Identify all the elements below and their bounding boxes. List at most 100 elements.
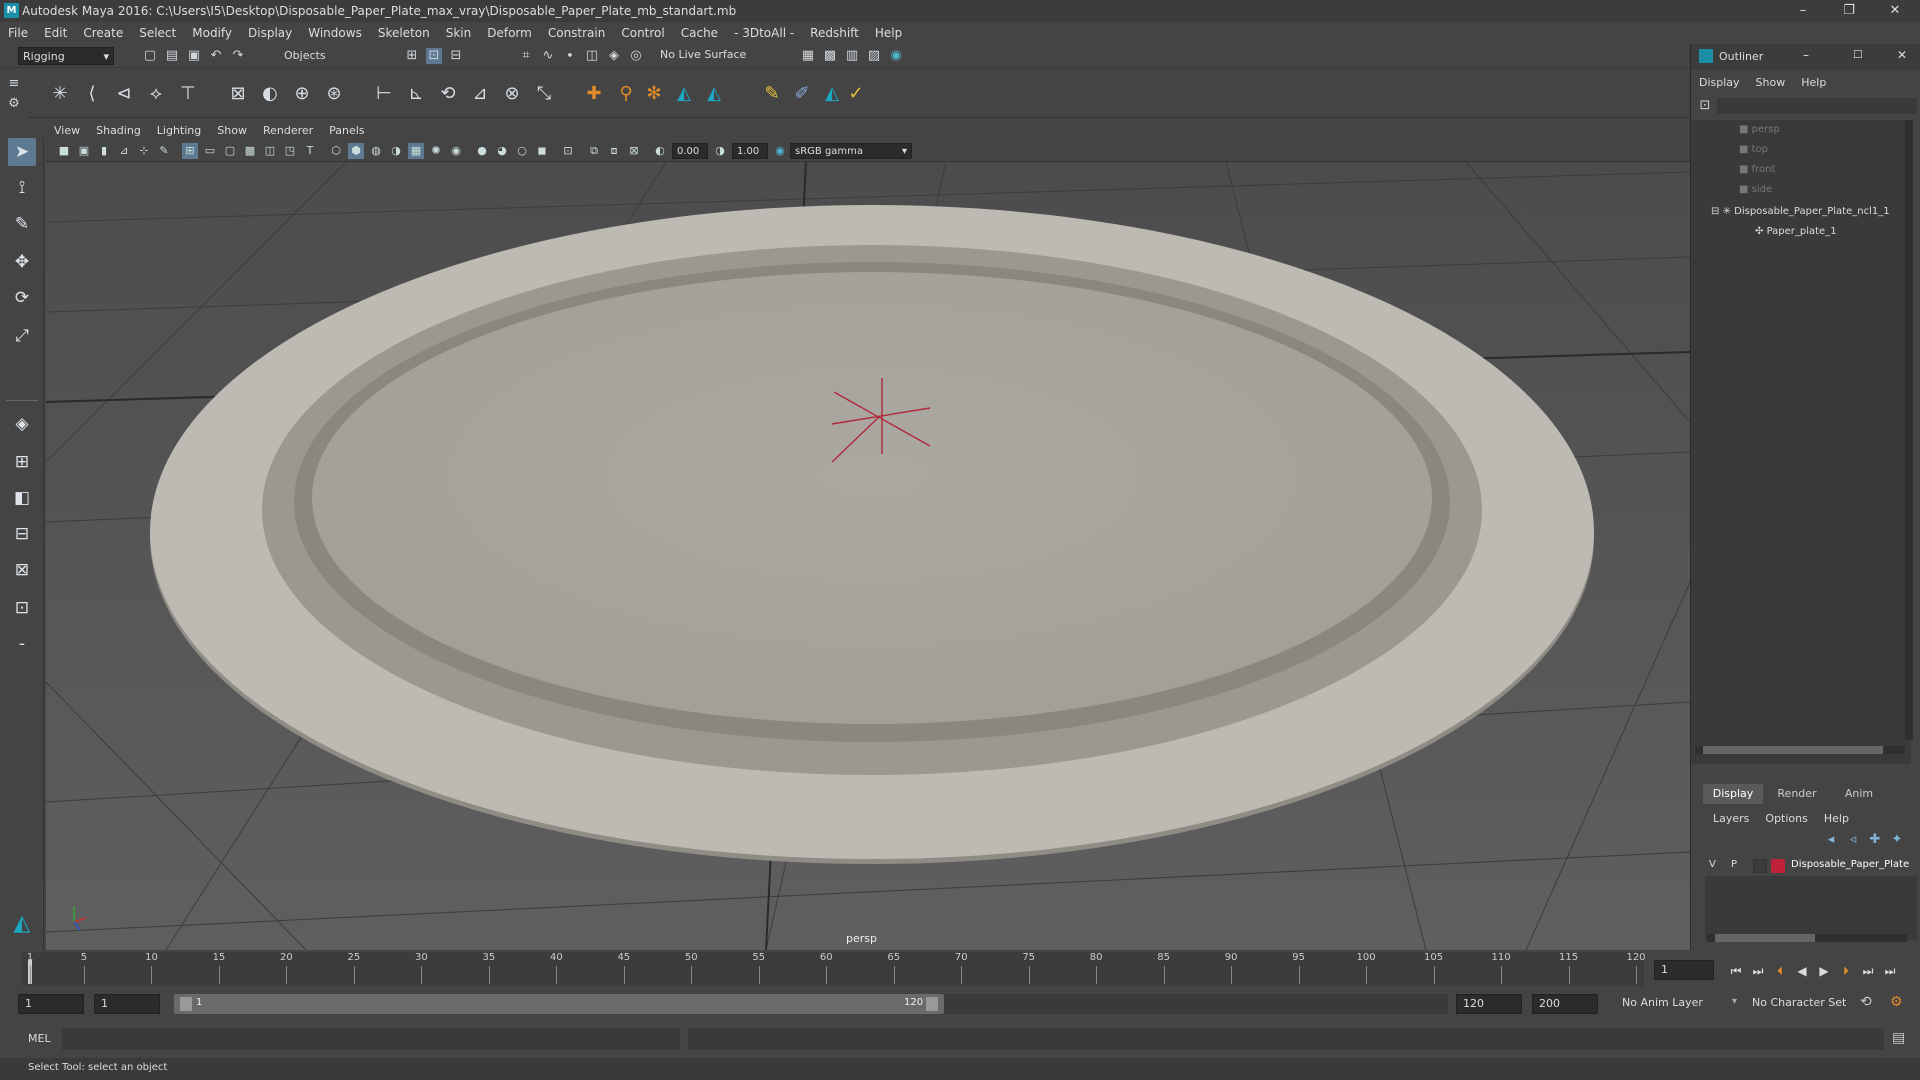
ik-spline-icon[interactable]: ⊲	[112, 82, 136, 106]
anim-prefs-icon[interactable]: ⚙	[1890, 994, 1903, 1010]
menu-help[interactable]: Help	[875, 26, 902, 40]
time-slider[interactable]: 1 5 10 15 20 25 30 35 40 45 50 55 60 65 70 75 80 85 90 95 10…	[0, 950, 1920, 988]
wireframe-icon[interactable]: ⬡	[328, 143, 344, 159]
step-forward-key-icon[interactable]: ⏭	[1858, 962, 1878, 980]
select-object-icon[interactable]: ⊡	[426, 48, 442, 64]
gate-mask-icon[interactable]: ▩	[242, 143, 258, 159]
panel-menu-lighting[interactable]: Lighting	[157, 124, 201, 137]
camera-lock-icon[interactable]: ▣	[76, 143, 92, 159]
scroll-thumb[interactable]	[1703, 746, 1883, 754]
grid-icon[interactable]: ⊞	[182, 143, 198, 159]
menu-display[interactable]: Display	[248, 26, 292, 40]
outliner-close-icon[interactable]: ✕	[1897, 48, 1907, 62]
outliner-item-front[interactable]: ■ front	[1739, 164, 1775, 175]
outliner-horizontal-scrollbar[interactable]	[1695, 746, 1905, 754]
restore-icon[interactable]: ❐	[1826, 0, 1872, 22]
layer-playback-toggle[interactable]: P	[1731, 859, 1737, 870]
rotate-tool-icon[interactable]: ⟳	[8, 284, 36, 312]
bookmark-icon[interactable]: ▮	[96, 143, 112, 159]
single-view-icon[interactable]: ◈	[8, 410, 36, 438]
range-start-handle[interactable]	[180, 997, 192, 1011]
outliner-minimize-icon[interactable]: –	[1803, 48, 1809, 62]
selection-mask-dropdown[interactable]: Objects	[284, 47, 380, 65]
new-layer-selected-icon[interactable]: ✦	[1889, 832, 1905, 848]
menu-constrain[interactable]: Constrain	[548, 26, 606, 40]
step-back-key-icon[interactable]: ⏭	[1748, 962, 1768, 980]
render-settings-icon[interactable]: ▨	[866, 48, 882, 64]
gamma-field[interactable]: 1.00	[732, 143, 768, 159]
menu-cache[interactable]: Cache	[681, 26, 718, 40]
tab-display[interactable]: Display	[1703, 784, 1763, 804]
select-hierarchy-icon[interactable]: ⊞	[404, 48, 420, 64]
outliner-item-group[interactable]: ⊟ ✳ Disposable_Paper_Plate_ncl1_1	[1711, 206, 1911, 217]
menu-edit[interactable]: Edit	[44, 26, 67, 40]
pole-vector-icon[interactable]: ⤡	[532, 82, 556, 106]
render-view-icon[interactable]: ▦	[800, 48, 816, 64]
tab-anim[interactable]: Anim	[1829, 784, 1889, 804]
panel-menu-show[interactable]: Show	[217, 124, 247, 137]
play-backward-icon[interactable]: ◀	[1792, 962, 1812, 980]
outliner-filter-icon[interactable]: ⊡	[1697, 98, 1713, 114]
color-space-dropdown[interactable]: sRGB gamma ▾	[790, 143, 912, 159]
layer-menu-options[interactable]: Options	[1765, 812, 1807, 825]
minimize-icon[interactable]: –	[1780, 0, 1826, 22]
ao-icon[interactable]: ●	[474, 143, 490, 159]
snap-view-icon[interactable]: ◫	[584, 48, 600, 64]
play-forward-icon[interactable]: ▶	[1814, 962, 1834, 980]
select-component-icon[interactable]: ⊟	[448, 48, 464, 64]
safe-title-icon[interactable]: T	[302, 143, 318, 159]
panel-menu-panels[interactable]: Panels	[329, 124, 364, 137]
cluster-icon[interactable]: ⊛	[322, 82, 346, 106]
panel-menu-renderer[interactable]: Renderer	[263, 124, 313, 137]
layer-horizontal-scrollbar[interactable]	[1707, 934, 1907, 942]
default-material-icon[interactable]: ◍	[368, 143, 384, 159]
character-set-dropdown[interactable]: No Character Set	[1752, 996, 1846, 1009]
go-to-end-icon[interactable]: ⏭	[1880, 962, 1900, 980]
color-management-icon[interactable]: ◉	[772, 143, 788, 159]
orient-constraint-icon[interactable]: ⟲	[436, 82, 460, 106]
live-surface-label[interactable]: No Live Surface	[660, 48, 746, 61]
film-gate-icon[interactable]: ▭	[202, 143, 218, 159]
joint-tool-icon[interactable]: ✳	[48, 82, 72, 106]
playback-start-field[interactable]: 1	[94, 994, 160, 1014]
outliner-search-input[interactable]	[1717, 98, 1917, 114]
move-layer-up-icon[interactable]: ◂	[1823, 832, 1839, 848]
step-back-frame-icon[interactable]: ⏴	[1770, 962, 1790, 980]
menu-skin[interactable]: Skin	[446, 26, 472, 40]
wireframe-on-shaded-icon[interactable]: ◑	[388, 143, 404, 159]
auto-key-icon[interactable]: ⟲	[1860, 994, 1872, 1010]
panel-menu-shading[interactable]: Shading	[96, 124, 141, 137]
layer-row[interactable]: V P Disposable_Paper_Plate	[1705, 856, 1917, 876]
menu-skeleton[interactable]: Skeleton	[378, 26, 430, 40]
paint-select-icon[interactable]: ✎	[8, 210, 36, 238]
textured-icon[interactable]: ▦	[408, 143, 424, 159]
range-end-handle[interactable]	[926, 997, 938, 1011]
exposure-field[interactable]: 0.00	[672, 143, 708, 159]
command-input[interactable]	[62, 1028, 680, 1050]
move-tool-icon[interactable]: ✥	[8, 248, 36, 276]
maya-m-icon[interactable]: ◭	[672, 82, 696, 106]
outliner-menu-display[interactable]: Display	[1699, 76, 1740, 89]
scene-end-field[interactable]: 200	[1532, 994, 1598, 1014]
shelf-menu-icon[interactable]: ≡	[6, 76, 22, 92]
maya-m2-icon[interactable]: ◭	[702, 82, 726, 106]
menu-3dtoall[interactable]: - 3DtoAll -	[734, 26, 794, 40]
menu-file[interactable]: File	[8, 26, 28, 40]
scroll-thumb[interactable]	[1715, 934, 1815, 942]
render-frame-icon[interactable]: ▩	[822, 48, 838, 64]
outliner-item-mesh[interactable]: ✣ Paper_plate_1	[1755, 226, 1837, 237]
graph-layout-icon[interactable]: ⊠	[8, 556, 36, 584]
collapse-icon[interactable]: ⊟	[1711, 206, 1723, 217]
hik-character-icon[interactable]: ✻	[642, 82, 666, 106]
playback-end-field[interactable]: 120	[1456, 994, 1522, 1014]
snap-curve-icon[interactable]: ∿	[540, 48, 556, 64]
ipr-render-icon[interactable]: ▥	[844, 48, 860, 64]
undo-icon[interactable]: ↶	[208, 48, 224, 64]
scene-start-field[interactable]: 1	[18, 994, 84, 1014]
locator-icon[interactable]: ✚	[582, 82, 606, 106]
2d-pan-icon[interactable]: ⊹	[136, 143, 152, 159]
parent-constraint-icon[interactable]: ⊗	[500, 82, 524, 106]
isolate-select-icon[interactable]: ⊡	[560, 143, 576, 159]
outliner-item-persp[interactable]: ■ persp	[1739, 124, 1780, 135]
anim-layer-dropdown[interactable]: No Anim Layer	[1622, 996, 1703, 1009]
